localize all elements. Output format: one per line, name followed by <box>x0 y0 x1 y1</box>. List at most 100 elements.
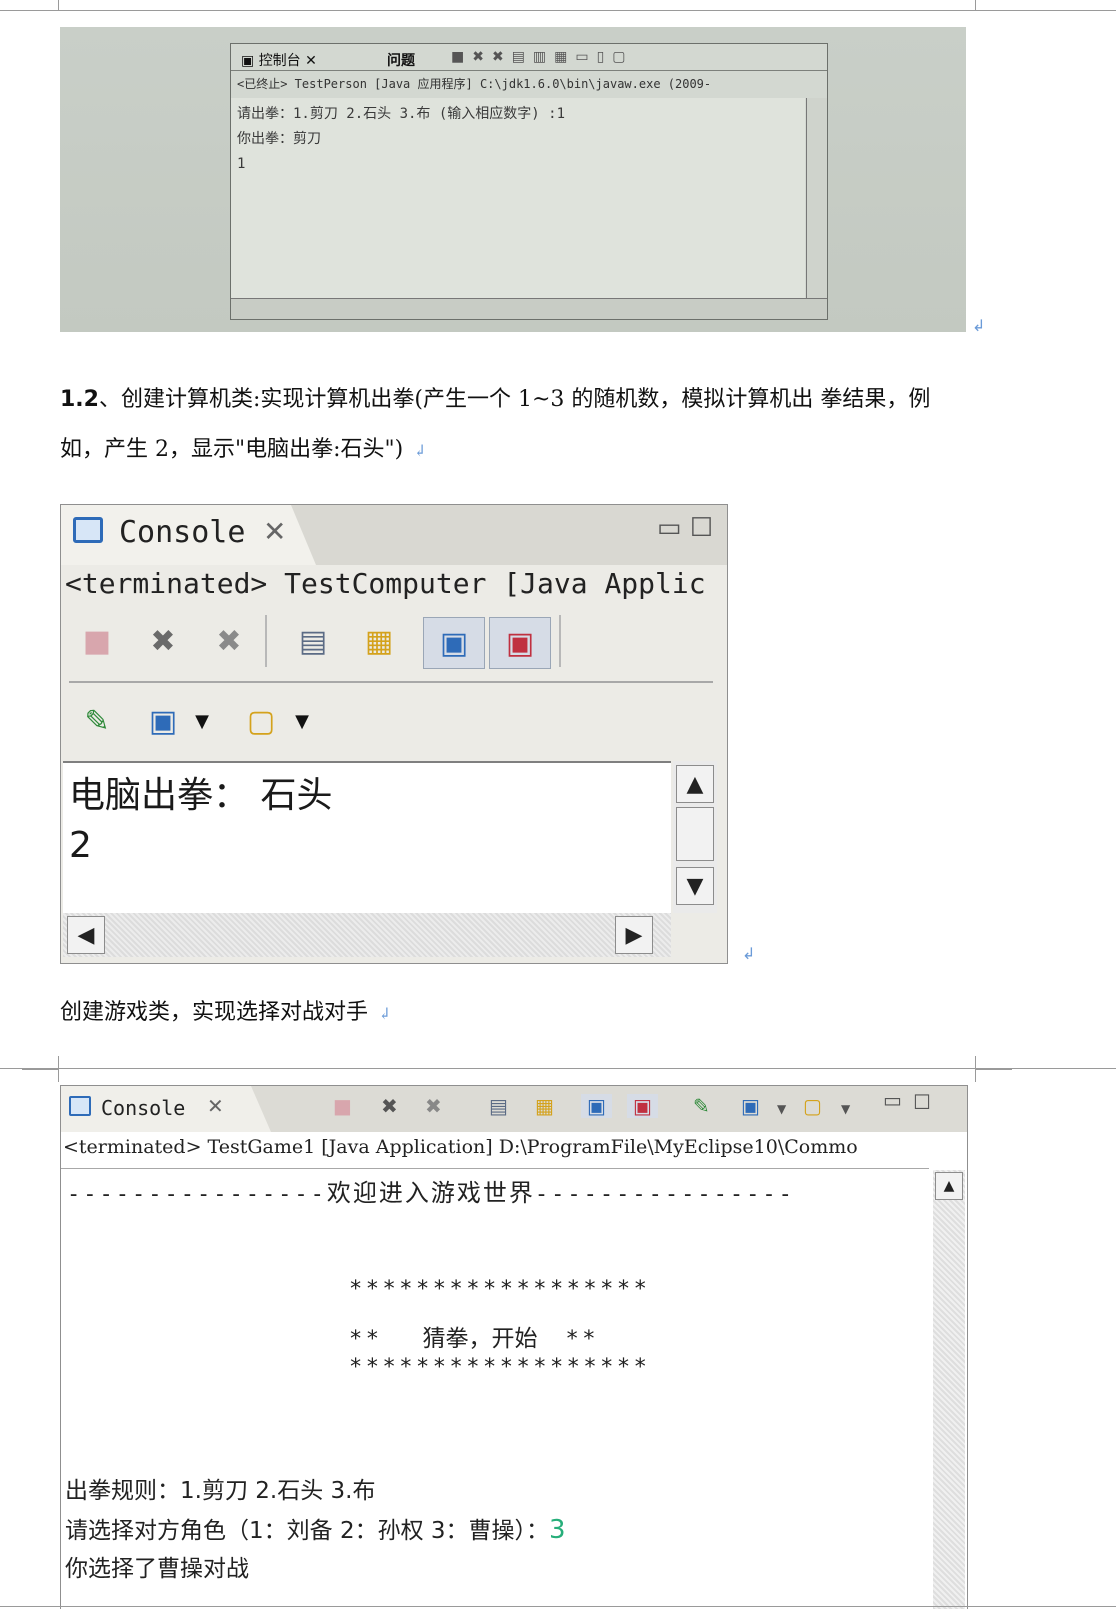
banner-line: ----------------欢迎进入游戏世界---------------- <box>67 1173 795 1208</box>
maximize-icon[interactable]: ☐ <box>913 1090 931 1114</box>
output-line: 电脑出拳： 石头 <box>69 775 333 816</box>
page-bottom-edge-2 <box>0 1606 1116 1607</box>
chevron-down-icon[interactable]: ▼ <box>187 699 217 743</box>
tab-console-label: Console <box>119 515 246 550</box>
section-text-line1: 、创建计算机类:实现计算机出拳(产生一个 1~3 的随机数，模拟计算机出 拳结果… <box>98 387 931 412</box>
page-break-line <box>0 1068 1116 1069</box>
maximize-icon[interactable]: ☐ <box>690 513 713 543</box>
toolbar-icons: ■✖✖▤▥▦▭▯▢ <box>451 49 634 65</box>
process-path: <terminated> TestGame1 [Java Application… <box>63 1136 858 1158</box>
minimize-icon[interactable]: ▭ <box>657 513 682 543</box>
user-input-value: 3 <box>549 1515 566 1545</box>
minimize-icon[interactable]: ▭ <box>883 1088 902 1112</box>
tab-console-label: Console <box>101 1096 186 1120</box>
section-number: 1.2 <box>60 387 99 412</box>
vertical-scrollbar[interactable]: ▲ <box>933 1170 965 1609</box>
console-view-photo: ▣ 控制台 ✕ 问题 ■✖✖▤▥▦▭▯▢ <已终止> TestPerson [J… <box>230 43 828 320</box>
console-icon <box>73 517 103 543</box>
chevron-down-icon[interactable]: ▼ <box>777 1102 786 1116</box>
show-on-stdout-icon[interactable]: ▣ <box>581 1094 612 1118</box>
console-view-game: Console ✕ ■ ✖ ✖ ▤ ▦ ▣ ▣ ✎ ▣ ▼ ▢ ▼ ▭ ☐ <t… <box>60 1085 968 1609</box>
section-text-line2: 如，产生 2，显示"电脑出拳:石头") <box>60 437 404 462</box>
open-console-icon[interactable]: ▢ <box>239 699 283 743</box>
stars-left: ** <box>349 1327 383 1352</box>
window-buttons: ▭ ☐ <box>657 513 713 543</box>
show-on-stderr-icon[interactable]: ▣ <box>489 617 551 669</box>
console-output: 请出拳：1.剪刀 2.石头 3.布 (输入相应数字) :1 你出拳：剪刀 1 <box>231 98 805 299</box>
output-line: 1 <box>237 156 246 172</box>
console-view-computer: Console ✕ ▭ ☐ <terminated> TestComputer … <box>60 504 728 964</box>
toolbar-row-2: ✎ ▣ ▼ ▢ ▼ <box>75 691 715 753</box>
rules-label: 出拳规则： <box>65 1478 180 1504</box>
banner-title: 欢迎进入游戏世界 <box>326 1179 535 1207</box>
toolbar-row-1: ■ ✖ ✖ ▤ ▦ ▣ ▣ <box>75 611 715 673</box>
choose-opponent-line: 请选择对方角色（1：刘备 2：孙权 3：曹操）：3 <box>65 1511 566 1545</box>
console-tab-bar: Console ✕ ■ ✖ ✖ ▤ ▦ ▣ ▣ ✎ ▣ ▼ ▢ ▼ ▭ ☐ <box>61 1086 967 1132</box>
tab-console-label: 控制台 <box>258 53 301 69</box>
clear-console-icon[interactable]: ▤ <box>489 1094 508 1118</box>
vertical-scrollbar[interactable] <box>806 98 827 299</box>
tab-problems-label: 问题 <box>387 53 415 69</box>
scroll-lock-icon[interactable]: ▦ <box>357 619 401 663</box>
close-icon[interactable]: ✕ <box>263 515 286 548</box>
open-console-icon[interactable]: ▢ <box>803 1094 822 1118</box>
console-icon <box>69 1096 91 1116</box>
console-output: 电脑出拳： 石头 2 <box>63 761 671 913</box>
choose-prompt: 请选择对方角色（1：刘备 2：孙权 3：曹操）： <box>65 1518 550 1544</box>
horizontal-scrollbar[interactable] <box>231 298 827 319</box>
game-start-title: 猜拳，开始 <box>422 1326 538 1352</box>
page-corner-mark <box>22 1069 59 1082</box>
paragraph-mark: ↲ <box>378 1004 392 1023</box>
clear-console-icon[interactable]: ▤ <box>291 619 335 663</box>
chevron-down-icon[interactable]: ▼ <box>287 699 317 743</box>
close-icon[interactable]: ✕ <box>207 1094 224 1118</box>
remove-all-icon[interactable]: ✖ <box>207 619 251 663</box>
stars-title-line: ** 猜拳，开始 ** <box>349 1319 599 1353</box>
tab-console[interactable]: Console ✕ <box>61 1086 271 1132</box>
remove-launch-icon[interactable]: ✖ <box>381 1094 398 1118</box>
rules-value: 1.剪刀 2.石头 3.布 <box>180 1478 376 1504</box>
display-console-icon[interactable]: ▣ <box>741 1094 760 1118</box>
tab-console[interactable]: ▣ 控制台 ✕ <box>235 48 323 72</box>
output-line: 你出拳：剪刀 <box>237 131 321 147</box>
photo-console-image: ▣ 控制台 ✕ 问题 ■✖✖▤▥▦▭▯▢ <已终止> TestPerson [J… <box>60 27 966 332</box>
show-on-stdout-icon[interactable]: ▣ <box>423 617 485 669</box>
terminate-icon[interactable]: ■ <box>75 619 119 663</box>
tab-console[interactable]: Console ✕ <box>61 505 316 565</box>
horizontal-scrollbar[interactable]: ◀ ▶ <box>63 913 671 957</box>
paragraph-mark: ↲ <box>413 441 427 460</box>
banner-dashes-left: ---------------- <box>67 1182 327 1207</box>
display-console-icon[interactable]: ▣ <box>141 699 185 743</box>
vertical-scrollbar[interactable]: ▲ ▼ <box>673 761 717 913</box>
page-corner-mark <box>22 1056 59 1069</box>
console-tab-bar: Console ✕ ▭ ☐ <box>61 505 727 565</box>
tab-problems[interactable]: 问题 <box>381 48 421 72</box>
stars-right: ** <box>565 1327 599 1352</box>
show-on-stderr-icon[interactable]: ▣ <box>627 1094 658 1118</box>
stars-line: ****************** <box>349 1277 651 1302</box>
toolbar-divider <box>69 681 713 683</box>
scroll-left-icon[interactable]: ◀ <box>67 916 105 954</box>
scroll-down-icon[interactable]: ▼ <box>676 867 714 905</box>
pin-console-icon[interactable]: ✎ <box>75 699 119 743</box>
scroll-right-icon[interactable]: ▶ <box>615 916 653 954</box>
process-path: <已终止> TestPerson [Java 应用程序] C:\jdk1.6.0… <box>237 77 712 91</box>
remove-all-icon[interactable]: ✖ <box>425 1094 442 1118</box>
remove-launch-icon[interactable]: ✖ <box>141 619 185 663</box>
paragraph-mark: ↲ <box>972 316 986 335</box>
section-1-2-paragraph: 1.2、创建计算机类:实现计算机出拳(产生一个 1~3 的随机数，模拟计算机出 … <box>60 375 930 476</box>
page-corner-mark <box>975 0 1012 11</box>
terminate-icon[interactable]: ■ <box>333 1094 352 1118</box>
scroll-thumb[interactable] <box>676 807 714 861</box>
scroll-lock-icon[interactable]: ▦ <box>535 1094 554 1118</box>
toolbar-separator <box>559 615 561 667</box>
paragraph-mark: ↲ <box>742 944 756 963</box>
scroll-up-icon[interactable]: ▲ <box>676 765 714 803</box>
banner-dashes-right: ---------------- <box>534 1182 795 1207</box>
pin-console-icon[interactable]: ✎ <box>693 1094 710 1118</box>
stars-line: ****************** <box>349 1355 651 1380</box>
scroll-up-icon[interactable]: ▲ <box>935 1172 963 1200</box>
console-output: ----------------欢迎进入游戏世界----------------… <box>61 1168 929 1609</box>
chevron-down-icon[interactable]: ▼ <box>841 1102 850 1116</box>
chosen-opponent-line: 你选择了曹操对战 <box>65 1556 249 1582</box>
